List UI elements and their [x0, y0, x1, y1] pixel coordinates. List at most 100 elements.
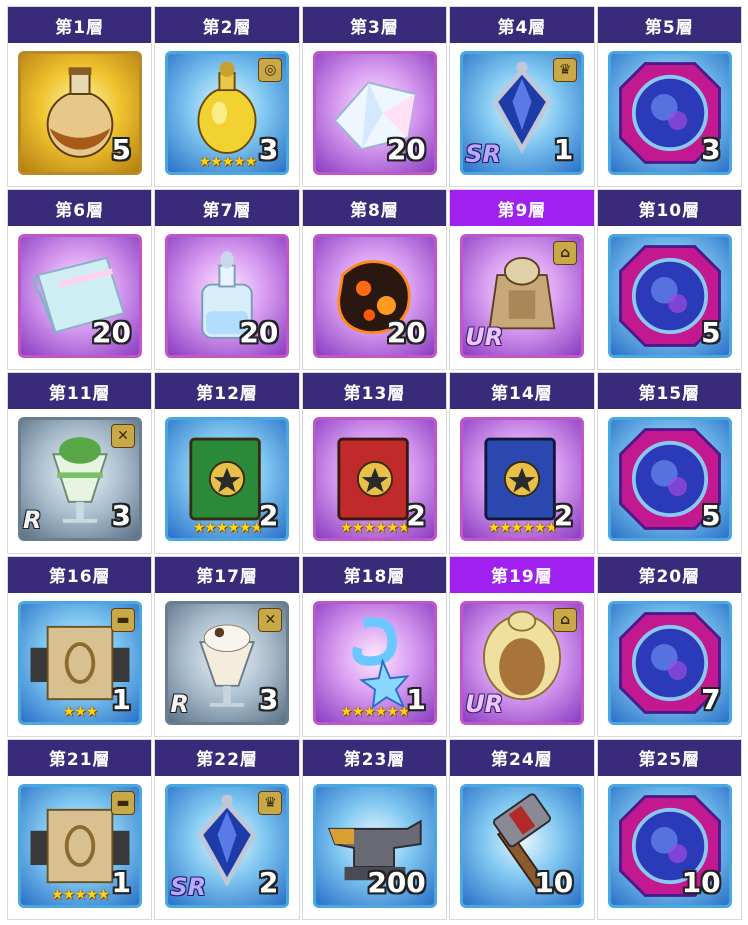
- reward-cell: 第6層 20: [7, 189, 153, 371]
- reward-cell: 第19層 ⌂ UR: [449, 555, 595, 737]
- floor-label: 第2層: [155, 7, 299, 43]
- rarity-badge: UR: [465, 689, 504, 718]
- item-quantity: 3: [258, 133, 279, 166]
- item-quantity: 5: [111, 133, 131, 166]
- reward-cell: 第10層 5: [596, 189, 742, 371]
- reward-cell: 第13層 ★★★★★★ 2: [301, 372, 448, 554]
- item-quantity: 5: [701, 499, 721, 533]
- item-icon[interactable]: ★★★★★★ 1: [312, 600, 437, 725]
- floor-label: 第25層: [597, 739, 741, 776]
- item-quantity: 1: [111, 682, 131, 716]
- rarity-badge: SR: [170, 872, 207, 901]
- rarity-badge: R: [23, 506, 42, 535]
- item-icon[interactable]: ◎ ★★★★★ 3: [165, 51, 290, 175]
- floor-label: 第24層: [450, 739, 594, 776]
- item-icon[interactable]: 3: [607, 51, 732, 175]
- reward-cell: 第8層 20: [301, 189, 448, 371]
- reward-cell: 第14層 ★★★★★★ 2: [449, 372, 595, 554]
- item-quantity: 7: [701, 682, 721, 716]
- floor-label: 第14層: [450, 373, 594, 410]
- floor-label: 第1層: [8, 7, 152, 43]
- floor-label: 第5層: [597, 7, 741, 43]
- item-quantity: 10: [534, 865, 574, 899]
- reward-cell: 第23層 200: [301, 738, 448, 920]
- item-icon[interactable]: ✕ R 3: [18, 417, 142, 542]
- item-icon[interactable]: 20: [312, 234, 437, 359]
- item-quantity: 3: [111, 499, 131, 533]
- reward-cell: 第7層 20: [154, 189, 300, 371]
- reward-cell: 第5層 3: [596, 6, 742, 188]
- item-icon[interactable]: ★★★★★★ 2: [165, 417, 290, 542]
- item-icon[interactable]: ⌂ UR: [460, 600, 585, 725]
- reward-cell: 第2層 ◎ ★★★★★ 3: [154, 6, 300, 188]
- item-icon[interactable]: 200: [312, 783, 437, 908]
- item-icon[interactable]: 5: [18, 51, 142, 175]
- floor-label: 第7層: [155, 190, 299, 227]
- item-icon[interactable]: ★★★★★★ 2: [312, 417, 437, 542]
- reward-cell: 第1層 5: [7, 6, 153, 188]
- item-quantity: 20: [386, 316, 426, 350]
- floor-label: 第22層: [155, 739, 299, 776]
- reward-cell: 第9層 ⌂ UR: [449, 189, 595, 371]
- item-icon[interactable]: 20: [312, 51, 437, 175]
- item-quantity: 1: [406, 682, 426, 716]
- item-icon[interactable]: ▬ ★★★★★ 1: [18, 783, 142, 908]
- item-icon[interactable]: ♛ SR 2: [165, 783, 290, 908]
- floor-label: 第3層: [302, 7, 447, 43]
- item-icon[interactable]: 20: [165, 234, 290, 359]
- item-icon[interactable]: 5: [607, 417, 732, 542]
- item-icon[interactable]: 7: [607, 600, 732, 725]
- item-quantity: 2: [553, 499, 574, 533]
- item-quantity: 20: [239, 316, 279, 350]
- floor-label: 第20層: [597, 556, 741, 593]
- item-icon[interactable]: 10: [607, 783, 732, 908]
- item-quantity: 2: [258, 865, 279, 899]
- dumbbell-icon: ▬: [111, 607, 135, 632]
- item-icon[interactable]: 10: [460, 783, 585, 908]
- floor-label: 第12層: [155, 373, 299, 410]
- floor-label: 第15層: [597, 373, 741, 410]
- reward-cell: 第25層 10: [596, 738, 742, 920]
- item-icon[interactable]: ♛ SR 1: [460, 51, 585, 175]
- item-icon[interactable]: ▬ ★★★ 1: [18, 600, 142, 725]
- ring-icon: ◎: [258, 58, 283, 82]
- floor-label: 第17層: [155, 556, 299, 593]
- item-icon[interactable]: 5: [607, 234, 732, 359]
- floor-label: 第10層: [597, 190, 741, 227]
- rarity-badge: UR: [465, 323, 504, 352]
- item-quantity: 20: [92, 316, 131, 350]
- hanger-icon: ⌂: [553, 241, 578, 266]
- item-icon[interactable]: ⌂ UR: [460, 234, 585, 359]
- crown-icon: ♛: [553, 58, 578, 82]
- floor-label: 第23層: [302, 739, 447, 776]
- item-quantity: 2: [258, 499, 279, 533]
- item-quantity: 10: [681, 865, 721, 899]
- item-quantity: 1: [553, 133, 574, 166]
- dumbbell-icon: ▬: [111, 790, 135, 815]
- floor-label: 第21層: [8, 739, 152, 776]
- item-quantity: 1: [111, 865, 131, 899]
- utensils-icon: ✕: [258, 607, 283, 632]
- item-icon[interactable]: ★★★★★★ 2: [460, 417, 585, 542]
- reward-cell: 第16層 ▬ ★★★ 1: [7, 555, 153, 737]
- floor-label: 第9層: [450, 190, 594, 227]
- reward-cell: 第3層 20: [301, 6, 448, 188]
- floor-label: 第19層: [450, 556, 594, 593]
- floor-label: 第4層: [450, 7, 594, 43]
- item-icon[interactable]: 20: [18, 234, 142, 359]
- reward-cell: 第4層 ♛ SR 1: [449, 6, 595, 188]
- item-icon[interactable]: ✕ R 3: [165, 600, 290, 725]
- reward-cell: 第22層 ♛ SR 2: [154, 738, 300, 920]
- crown-icon: ♛: [258, 790, 283, 815]
- reward-cell: 第11層 ✕ R 3: [7, 372, 153, 554]
- item-quantity: 200: [367, 865, 426, 899]
- floor-label: 第16層: [8, 556, 152, 593]
- utensils-icon: ✕: [111, 424, 135, 449]
- item-quantity: 5: [701, 316, 721, 350]
- hanger-icon: ⌂: [553, 607, 578, 632]
- reward-cell: 第18層 ★★★★★★ 1: [301, 555, 448, 737]
- reward-cell: 第17層 ✕ R 3: [154, 555, 300, 737]
- rarity-badge: SR: [465, 140, 501, 168]
- item-quantity: 20: [386, 133, 426, 166]
- floor-reward-grid: 第1層 5 第2層 ◎ ★★★★★ 3 第3層 20 第4層 ♛ SR 1 第5層 3 第6層 20 第7層 20…: [7, 6, 742, 920]
